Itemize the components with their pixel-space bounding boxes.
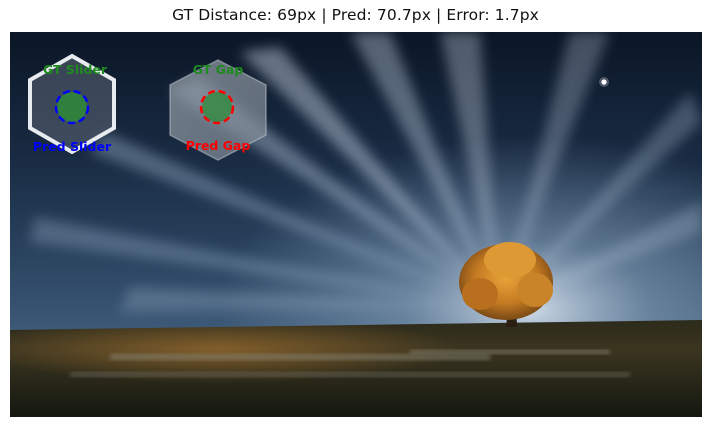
gt-gap-label: GT Gap xyxy=(193,62,244,77)
pred-slider-label: Pred Slider xyxy=(33,139,112,154)
ground-light xyxy=(10,320,702,417)
figure-title: GT Distance: 69px | Pred: 70.7px | Error… xyxy=(172,6,539,24)
pred-gap-label: Pred Gap xyxy=(186,138,251,153)
star-glow xyxy=(599,77,609,87)
captcha-image: GT Slider Pred Slider GT Gap Pred Gap xyxy=(10,32,702,417)
gt-slider-label: GT Slider xyxy=(43,62,108,77)
figure: GT Distance: 69px | Pred: 70.7px | Error… xyxy=(0,0,711,427)
